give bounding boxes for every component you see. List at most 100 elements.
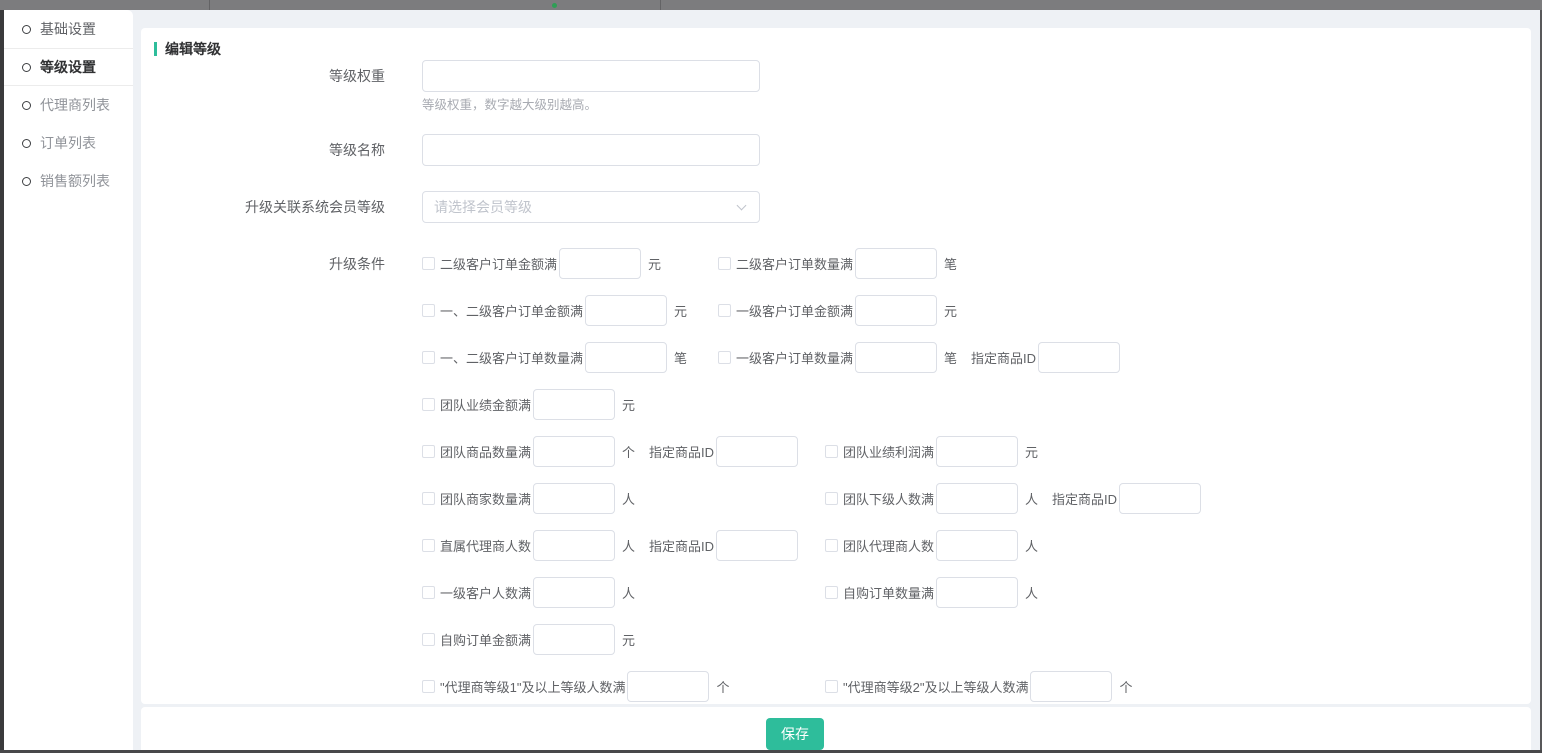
condition-label: 团队业绩金额满: [440, 395, 531, 414]
page-title: 编辑等级: [154, 39, 221, 59]
name-label: 等级名称: [141, 134, 385, 166]
condition-item: 直属代理商人数人指定商品ID: [422, 530, 825, 561]
condition-label: 一级客户订单金额满: [736, 301, 853, 320]
condition-checkbox[interactable]: [825, 586, 838, 599]
condition-unit: 笔: [674, 348, 687, 367]
condition-checkbox[interactable]: [825, 680, 838, 693]
edit-level-panel: 编辑等级 等级权重 等级权重，数字越大级别越高。 等级名称 升级关联系统会员等级…: [141, 28, 1531, 704]
condition-value-input[interactable]: [533, 530, 615, 561]
condition-value-input[interactable]: [585, 295, 667, 326]
condition-value-input[interactable]: [627, 671, 709, 702]
condition-label: 团队商品数量满: [440, 442, 531, 461]
condition-value-input[interactable]: [855, 295, 937, 326]
condition-value-input[interactable]: [855, 342, 937, 373]
condition-value-input[interactable]: [533, 577, 615, 608]
condition-checkbox[interactable]: [422, 680, 435, 693]
condition-value-input[interactable]: [1030, 671, 1112, 702]
condition-checkbox[interactable]: [422, 633, 435, 646]
condition-item: "代理商等级2"及以上等级人数满个: [825, 671, 1132, 702]
product-id-input[interactable]: [1038, 342, 1120, 373]
condition-checkbox[interactable]: [825, 492, 838, 505]
condition-row: 自购订单金额满元: [422, 624, 1201, 655]
condition-row: 团队商品数量满个指定商品ID团队业绩利润满元: [422, 436, 1201, 467]
condition-checkbox[interactable]: [422, 445, 435, 458]
condition-value-input[interactable]: [533, 483, 615, 514]
condition-value-input[interactable]: [533, 389, 615, 420]
condition-value-input[interactable]: [936, 530, 1018, 561]
condition-checkbox[interactable]: [422, 586, 435, 599]
condition-unit: 个: [716, 677, 729, 696]
level-name-input[interactable]: [422, 134, 760, 166]
radio-circle-icon: [22, 177, 31, 186]
condition-value-input[interactable]: [936, 577, 1018, 608]
condition-label: 团队代理商人数: [843, 536, 934, 555]
condition-row: 一级客户人数满 人 自购订单数量满人: [422, 577, 1201, 608]
condition-unit: 人: [1025, 536, 1038, 555]
condition-checkbox[interactable]: [422, 257, 435, 270]
condition-value-input[interactable]: [533, 436, 615, 467]
condition-item: 二级客户订单金额满元: [422, 248, 718, 279]
condition-item: 自购订单金额满元: [422, 624, 825, 655]
condition-checkbox[interactable]: [422, 351, 435, 364]
condition-value-input[interactable]: [533, 624, 615, 655]
sidebar-item-agent-list[interactable]: 代理商列表: [4, 86, 133, 124]
condition-unit: 元: [1025, 442, 1038, 461]
condition-value-input[interactable]: [585, 342, 667, 373]
condition-item: 团队下级人数满人指定商品ID: [825, 483, 1201, 514]
condition-value-input[interactable]: [936, 483, 1018, 514]
sidebar-item-level-settings[interactable]: 等级设置: [4, 48, 133, 86]
condition-row: 二级客户订单金额满元二级客户订单数量满 笔: [422, 248, 1201, 279]
condition-checkbox[interactable]: [825, 445, 838, 458]
sidebar-item-basic-settings[interactable]: 基础设置: [4, 10, 133, 48]
member-level-label: 升级关联系统会员等级: [141, 191, 385, 223]
condition-unit: 元: [648, 254, 661, 273]
form-row-weight: 等级权重 等级权重，数字越大级别越高。: [141, 60, 1531, 114]
condition-unit: 人: [622, 583, 635, 602]
condition-label: 二级客户订单数量满: [736, 254, 853, 273]
condition-unit: 笔: [944, 348, 957, 367]
radio-circle-icon: [22, 139, 31, 148]
condition-value-input[interactable]: [559, 248, 641, 279]
condition-item: 团队商家数量满人: [422, 483, 825, 514]
condition-checkbox[interactable]: [422, 539, 435, 552]
condition-unit: 元: [622, 395, 635, 414]
sidebar-item-label: 等级设置: [40, 57, 96, 77]
weight-help-text: 等级权重，数字越大级别越高。: [422, 97, 760, 114]
edit-level-form: 等级权重 等级权重，数字越大级别越高。 等级名称 升级关联系统会员等级 请选择会…: [141, 60, 1531, 702]
condition-checkbox[interactable]: [718, 304, 731, 317]
condition-item: 一、二级客户订单数量满笔: [422, 342, 718, 373]
weight-input[interactable]: [422, 60, 760, 92]
sidebar-item-order-list[interactable]: 订单列表: [4, 124, 133, 162]
sidebar-item-label: 基础设置: [40, 19, 96, 39]
condition-checkbox[interactable]: [825, 539, 838, 552]
condition-checkbox[interactable]: [422, 304, 435, 317]
conditions-label: 升级条件: [141, 248, 385, 702]
radio-circle-icon: [22, 63, 31, 72]
product-id-label: 指定商品ID: [649, 442, 714, 461]
condition-checkbox[interactable]: [718, 257, 731, 270]
radio-circle-icon: [22, 25, 31, 34]
tab-status-dot-icon: [552, 3, 557, 8]
product-id-input[interactable]: [1119, 483, 1201, 514]
condition-unit: 笔: [944, 254, 957, 273]
save-button[interactable]: 保存: [766, 718, 824, 750]
title-accent-bar: [154, 42, 157, 56]
condition-item: 一级客户订单数量满笔指定商品ID: [718, 342, 1120, 373]
condition-value-input[interactable]: [855, 248, 937, 279]
condition-checkbox[interactable]: [422, 492, 435, 505]
condition-item: 一级客户人数满 人: [422, 577, 825, 608]
condition-checkbox[interactable]: [718, 351, 731, 364]
product-id-input[interactable]: [716, 436, 798, 467]
member-level-select[interactable]: 请选择会员等级: [422, 191, 760, 223]
condition-label: "代理商等级2"及以上等级人数满: [843, 677, 1028, 696]
condition-checkbox[interactable]: [422, 398, 435, 411]
sidebar-item-sales-list[interactable]: 销售额列表: [4, 162, 133, 200]
product-id-input[interactable]: [716, 530, 798, 561]
condition-item: 团队代理商人数 人: [825, 530, 1038, 561]
condition-row: "代理商等级1"及以上等级人数满个"代理商等级2"及以上等级人数满个: [422, 671, 1201, 702]
condition-label: 一级客户人数满: [440, 583, 531, 602]
condition-value-input[interactable]: [936, 436, 1018, 467]
condition-label: 团队业绩利润满: [843, 442, 934, 461]
condition-item: 自购订单数量满人: [825, 577, 1038, 608]
condition-item: "代理商等级1"及以上等级人数满个: [422, 671, 825, 702]
